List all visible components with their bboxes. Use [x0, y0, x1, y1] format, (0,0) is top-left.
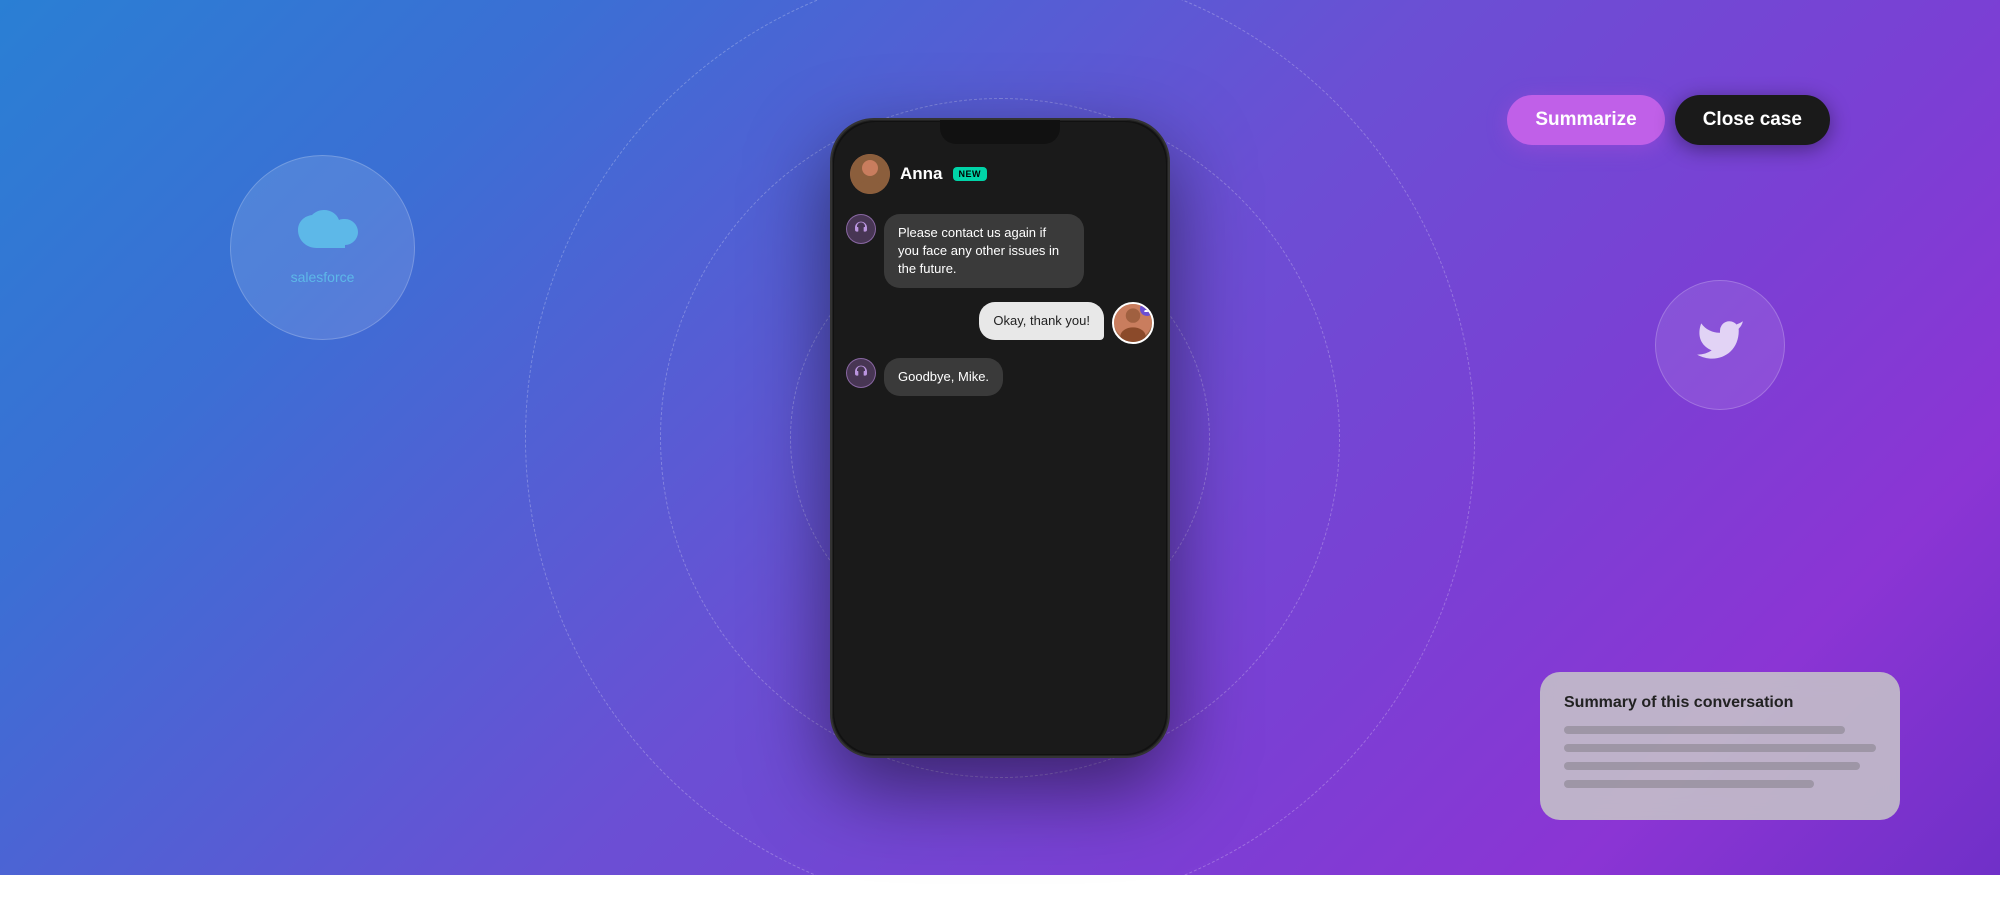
user-message-text: Okay, thank you! — [993, 313, 1090, 328]
chat-area: Please contact us again if you face any … — [834, 206, 1166, 754]
phone-screen: Anna NEW Please contact us again if you … — [834, 122, 1166, 754]
user-avatar-small — [1112, 302, 1154, 344]
phone-notch — [940, 120, 1060, 144]
summary-line-1 — [1564, 726, 1845, 734]
salesforce-cloud-icon — [288, 210, 358, 260]
user-badge-icon — [1143, 305, 1151, 313]
salesforce-logo: salesforce — [288, 210, 358, 285]
headset-icon-svg — [853, 221, 869, 237]
summary-line-3 — [1564, 762, 1860, 770]
summary-line-2 — [1564, 744, 1876, 752]
headset-icon-svg-2 — [853, 365, 869, 381]
phone-device: Anna NEW Please contact us again if you … — [830, 118, 1170, 758]
agent-avatar-2 — [846, 358, 876, 388]
agent-message-text-2: Goodbye, Mike. — [898, 369, 989, 384]
salesforce-bubble: salesforce — [230, 155, 415, 340]
agent-message-bubble-1: Please contact us again if you face any … — [884, 214, 1084, 289]
agent-avatar-1 — [846, 214, 876, 244]
summary-card: Summary of this conversation — [1540, 672, 1900, 820]
bird-icon — [1695, 315, 1745, 375]
action-buttons: Summarize Close case — [1507, 95, 1830, 145]
agent-message-text-1: Please contact us again if you face any … — [898, 225, 1059, 276]
message-row-user: Okay, thank you! — [846, 302, 1154, 344]
avatar-image — [850, 154, 890, 194]
summarize-button[interactable]: Summarize — [1507, 95, 1664, 145]
bird-svg — [1695, 315, 1745, 365]
message-row-agent-1: Please contact us again if you face any … — [846, 214, 1154, 289]
summary-title: Summary of this conversation — [1564, 694, 1876, 712]
summary-line-4 — [1564, 780, 1814, 788]
salesforce-text: salesforce — [288, 269, 358, 285]
user-message-bubble: Okay, thank you! — [979, 302, 1104, 340]
agent-message-bubble-2: Goodbye, Mike. — [884, 358, 1003, 396]
chat-user-name: Anna — [900, 164, 943, 184]
user-online-badge — [1140, 302, 1154, 316]
bird-integration-bubble — [1655, 280, 1785, 410]
background: salesforce Anna NEW — [0, 0, 2000, 875]
close-case-button[interactable]: Close case — [1675, 95, 1830, 145]
avatar — [850, 154, 890, 194]
message-row-agent-2: Goodbye, Mike. — [846, 358, 1154, 396]
new-badge: NEW — [953, 167, 988, 181]
